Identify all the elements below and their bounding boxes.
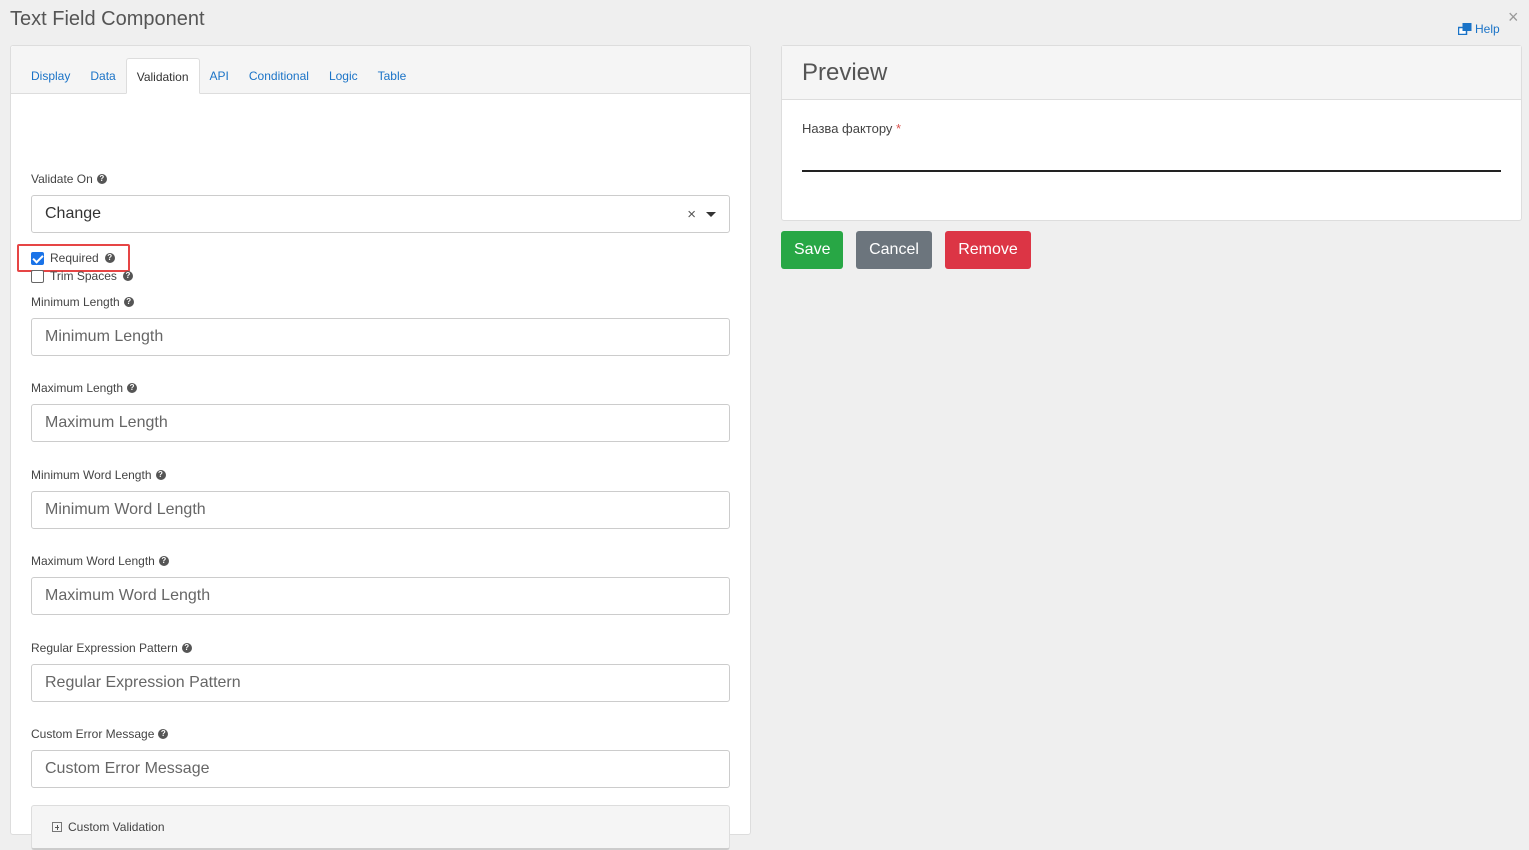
remove-button[interactable]: Remove [945,231,1031,269]
question-circle-icon[interactable]: ? [158,556,169,566]
close-icon[interactable]: × [1508,8,1519,26]
cancel-button[interactable]: Cancel [856,231,932,269]
trim-spaces-checkbox-row[interactable]: Trim Spaces ? [31,269,133,283]
min-length-label: Minimum Length ? [31,295,134,309]
max-length-input[interactable] [31,404,730,442]
tab-bar: Display Data Validation API Conditional … [11,46,750,94]
question-circle-icon[interactable]: ? [122,271,133,281]
tab-logic[interactable]: Logic [319,58,368,94]
question-circle-icon[interactable]: ? [155,470,166,480]
external-window-icon [1458,23,1472,35]
help-label: Help [1475,22,1500,36]
validate-on-value: Change [45,205,102,222]
clear-icon[interactable]: × [687,206,696,223]
required-checkbox[interactable] [31,251,44,265]
min-word-length-label: Minimum Word Length ? [31,468,166,482]
question-circle-icon[interactable]: ? [158,729,169,739]
tab-conditional[interactable]: Conditional [239,58,319,94]
caret-down-icon[interactable] [706,211,716,217]
validate-on-select[interactable]: Change × [31,195,730,233]
preview-panel: Preview Назва фактору * [781,45,1522,221]
help-link[interactable]: Help [1458,22,1500,36]
max-length-label: Maximum Length ? [31,381,138,395]
plus-square-icon [52,822,62,832]
min-word-length-label-text: Minimum Word Length [31,468,152,482]
trim-spaces-checkbox[interactable] [31,269,44,283]
regex-pattern-input[interactable] [31,664,730,702]
save-button[interactable]: Save [781,231,843,269]
trim-spaces-label: Trim Spaces [50,269,117,283]
custom-error-label: Custom Error Message ? [31,727,169,741]
tab-table[interactable]: Table [368,58,417,94]
tab-data[interactable]: Data [80,58,125,94]
max-word-length-label-text: Maximum Word Length [31,554,155,568]
question-circle-icon[interactable]: ? [123,297,134,307]
dialog-title: Text Field Component [10,8,205,30]
custom-error-input[interactable] [31,750,730,788]
custom-error-label-text: Custom Error Message [31,727,155,741]
tab-api[interactable]: API [200,58,239,94]
tab-display[interactable]: Display [21,58,80,94]
question-circle-icon[interactable]: ? [127,383,138,393]
regex-pattern-label: Regular Expression Pattern ? [31,641,192,655]
validate-on-label-text: Validate On [31,172,93,186]
min-length-input[interactable] [31,318,730,356]
custom-validation-accordion[interactable]: Custom Validation [31,805,730,850]
required-marker: * [896,121,902,136]
regex-pattern-label-text: Regular Expression Pattern [31,641,178,655]
required-label: Required [50,251,99,265]
min-length-label-text: Minimum Length [31,295,120,309]
custom-validation-label: Custom Validation [68,820,165,834]
question-circle-icon[interactable]: ? [96,174,107,184]
question-circle-icon[interactable]: ? [181,643,192,653]
tab-validation[interactable]: Validation [125,58,200,94]
min-word-length-input[interactable] [31,491,730,529]
preview-text-input[interactable] [802,146,1501,172]
question-circle-icon[interactable]: ? [104,253,115,263]
max-length-label-text: Maximum Length [31,381,124,395]
preview-field-label-text: Назва фактору [802,121,893,136]
max-word-length-input[interactable] [31,577,730,615]
required-checkbox-row[interactable]: Required ? [31,251,115,265]
settings-panel: Display Data Validation API Conditional … [10,45,751,850]
max-word-length-label: Maximum Word Length ? [31,554,169,568]
preview-field-label: Назва фактору * [802,121,901,136]
preview-title: Preview [782,46,1521,100]
validate-on-label: Validate On ? [31,172,107,186]
